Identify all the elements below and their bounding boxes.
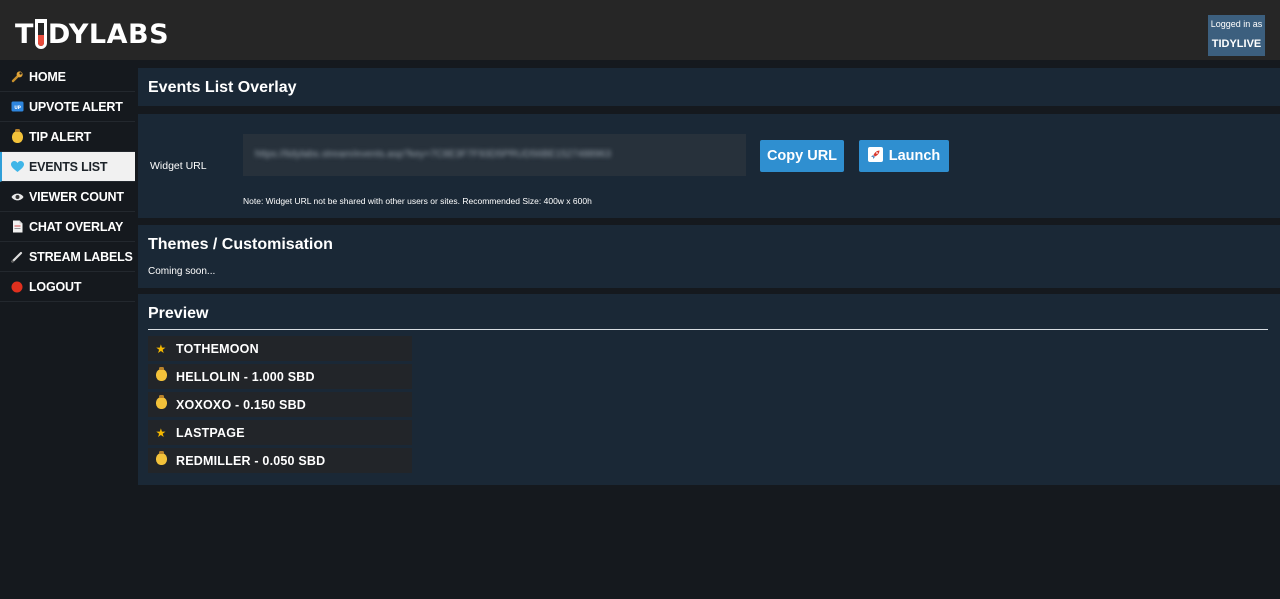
wrench-icon: [10, 70, 24, 84]
widget-url-field[interactable]: https://tidylabs.stream/events.asp?key=7…: [243, 134, 746, 176]
logged-in-label: Logged in as: [1210, 19, 1263, 29]
preview-panel: Preview ★ TOTHEMOON HELLOLIN - 1.000 SBD…: [138, 294, 1280, 485]
launch-label: Launch: [888, 148, 941, 164]
sidebar-item-upvote-alert[interactable]: UP UPVOTE ALERT: [0, 92, 135, 122]
sidebar-item-stream-labels[interactable]: STREAM LABELS: [0, 242, 135, 272]
money-bag-icon: [154, 367, 168, 384]
money-bag-icon: [154, 451, 168, 468]
money-bag-icon: [10, 128, 24, 144]
sidebar-item-label: TIP ALERT: [29, 129, 92, 144]
event-text: HELLOLIN - 1.000 SBD: [176, 369, 315, 384]
list-item: REDMILLER - 0.050 SBD: [148, 448, 412, 473]
red-circle-icon: [10, 280, 24, 294]
copy-url-button[interactable]: Copy URL: [760, 140, 844, 172]
widget-url-label: Widget URL: [150, 160, 207, 172]
upvote-icon: UP: [10, 100, 24, 114]
preview-title: Preview: [148, 305, 209, 322]
sidebar-item-label: LOGOUT: [29, 279, 82, 294]
logo-text: DYLABS: [47, 18, 170, 50]
list-item: HELLOLIN - 1.000 SBD: [148, 364, 412, 389]
event-text: REDMILLER - 0.050 SBD: [176, 453, 326, 468]
money-bag-icon: [154, 395, 168, 412]
test-tube-icon: [34, 19, 47, 49]
eye-icon: [10, 190, 24, 204]
sidebar-item-label: CHAT OVERLAY: [29, 219, 124, 234]
document-icon: [10, 220, 24, 234]
sidebar-item-label: HOME: [29, 69, 66, 84]
widget-url-note: Note: Widget URL not be shared with othe…: [243, 196, 592, 206]
sidebar-nav: HOME UP UPVOTE ALERT TIP ALERT EVENTS LI…: [0, 62, 135, 302]
list-item: XOXOXO - 0.150 SBD: [148, 392, 412, 417]
event-text: XOXOXO - 0.150 SBD: [176, 397, 307, 412]
widget-url-value: https://tidylabs.stream/events.asp?key=7…: [255, 149, 612, 160]
page-title: Events List Overlay: [148, 79, 297, 96]
themes-title: Themes / Customisation: [148, 236, 333, 253]
sidebar-item-label: UPVOTE ALERT: [29, 99, 123, 114]
rocket-icon: [867, 147, 883, 165]
events-overlay-panel: Events List Overlay: [138, 68, 1280, 106]
themes-panel: Themes / Customisation Coming soon...: [138, 225, 1280, 288]
themes-status: Coming soon...: [148, 266, 216, 277]
sidebar-item-logout[interactable]: LOGOUT: [0, 272, 135, 302]
list-item: ★ TOTHEMOON: [148, 336, 412, 361]
star-icon: ★: [155, 341, 167, 356]
tidylabs-logo[interactable]: T DYLABS: [15, 18, 169, 50]
sidebar-item-label: EVENTS LIST: [29, 159, 108, 174]
widget-url-panel: Widget URL https://tidylabs.stream/event…: [138, 114, 1280, 218]
logo-letter: T: [15, 18, 34, 50]
sidebar-item-viewer-count[interactable]: VIEWER COUNT: [0, 182, 135, 212]
sidebar-item-chat-overlay[interactable]: CHAT OVERLAY: [0, 212, 135, 242]
star-icon: ★: [155, 425, 167, 440]
launch-button[interactable]: Launch: [859, 140, 949, 172]
sidebar-item-tip-alert[interactable]: TIP ALERT: [0, 122, 135, 152]
preview-divider: [148, 329, 1268, 330]
sidebar-item-home[interactable]: HOME: [0, 62, 135, 92]
list-item: ★ LASTPAGE: [148, 420, 412, 445]
event-text: LASTPAGE: [176, 425, 245, 440]
event-text: TOTHEMOON: [176, 341, 259, 356]
events-preview-list: ★ TOTHEMOON HELLOLIN - 1.000 SBD XOXOXO …: [148, 336, 412, 476]
pencil-icon: [10, 250, 24, 264]
sidebar-item-label: VIEWER COUNT: [29, 189, 124, 204]
sidebar-item-label: STREAM LABELS: [29, 249, 133, 264]
username: TIDYLIVE: [1211, 38, 1262, 50]
svg-text:UP: UP: [14, 105, 21, 111]
heart-icon: [10, 160, 24, 174]
copy-url-label: Copy URL: [766, 148, 838, 164]
login-status[interactable]: Logged in as TIDYLIVE: [1208, 15, 1265, 56]
top-bar: T DYLABS Logged in as TIDYLIVE: [0, 0, 1280, 60]
sidebar-item-events-list[interactable]: EVENTS LIST: [0, 152, 135, 182]
